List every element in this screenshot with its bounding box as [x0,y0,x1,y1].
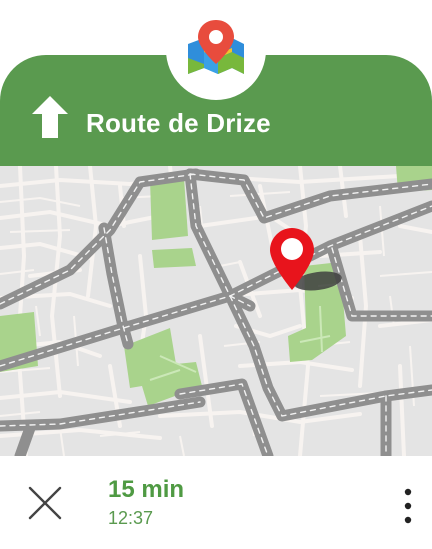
map-pin-logo-icon [188,20,244,74]
arrow-up-icon [32,96,68,138]
map-view[interactable] [0,166,432,456]
trip-duration: 15 min [108,476,185,503]
more-vertical-icon[interactable] [394,484,422,528]
map-canvas [0,166,432,456]
close-icon[interactable] [22,480,68,526]
street-name: Route de Drize [86,108,271,138]
arrival-time: 12:37 [108,508,154,528]
